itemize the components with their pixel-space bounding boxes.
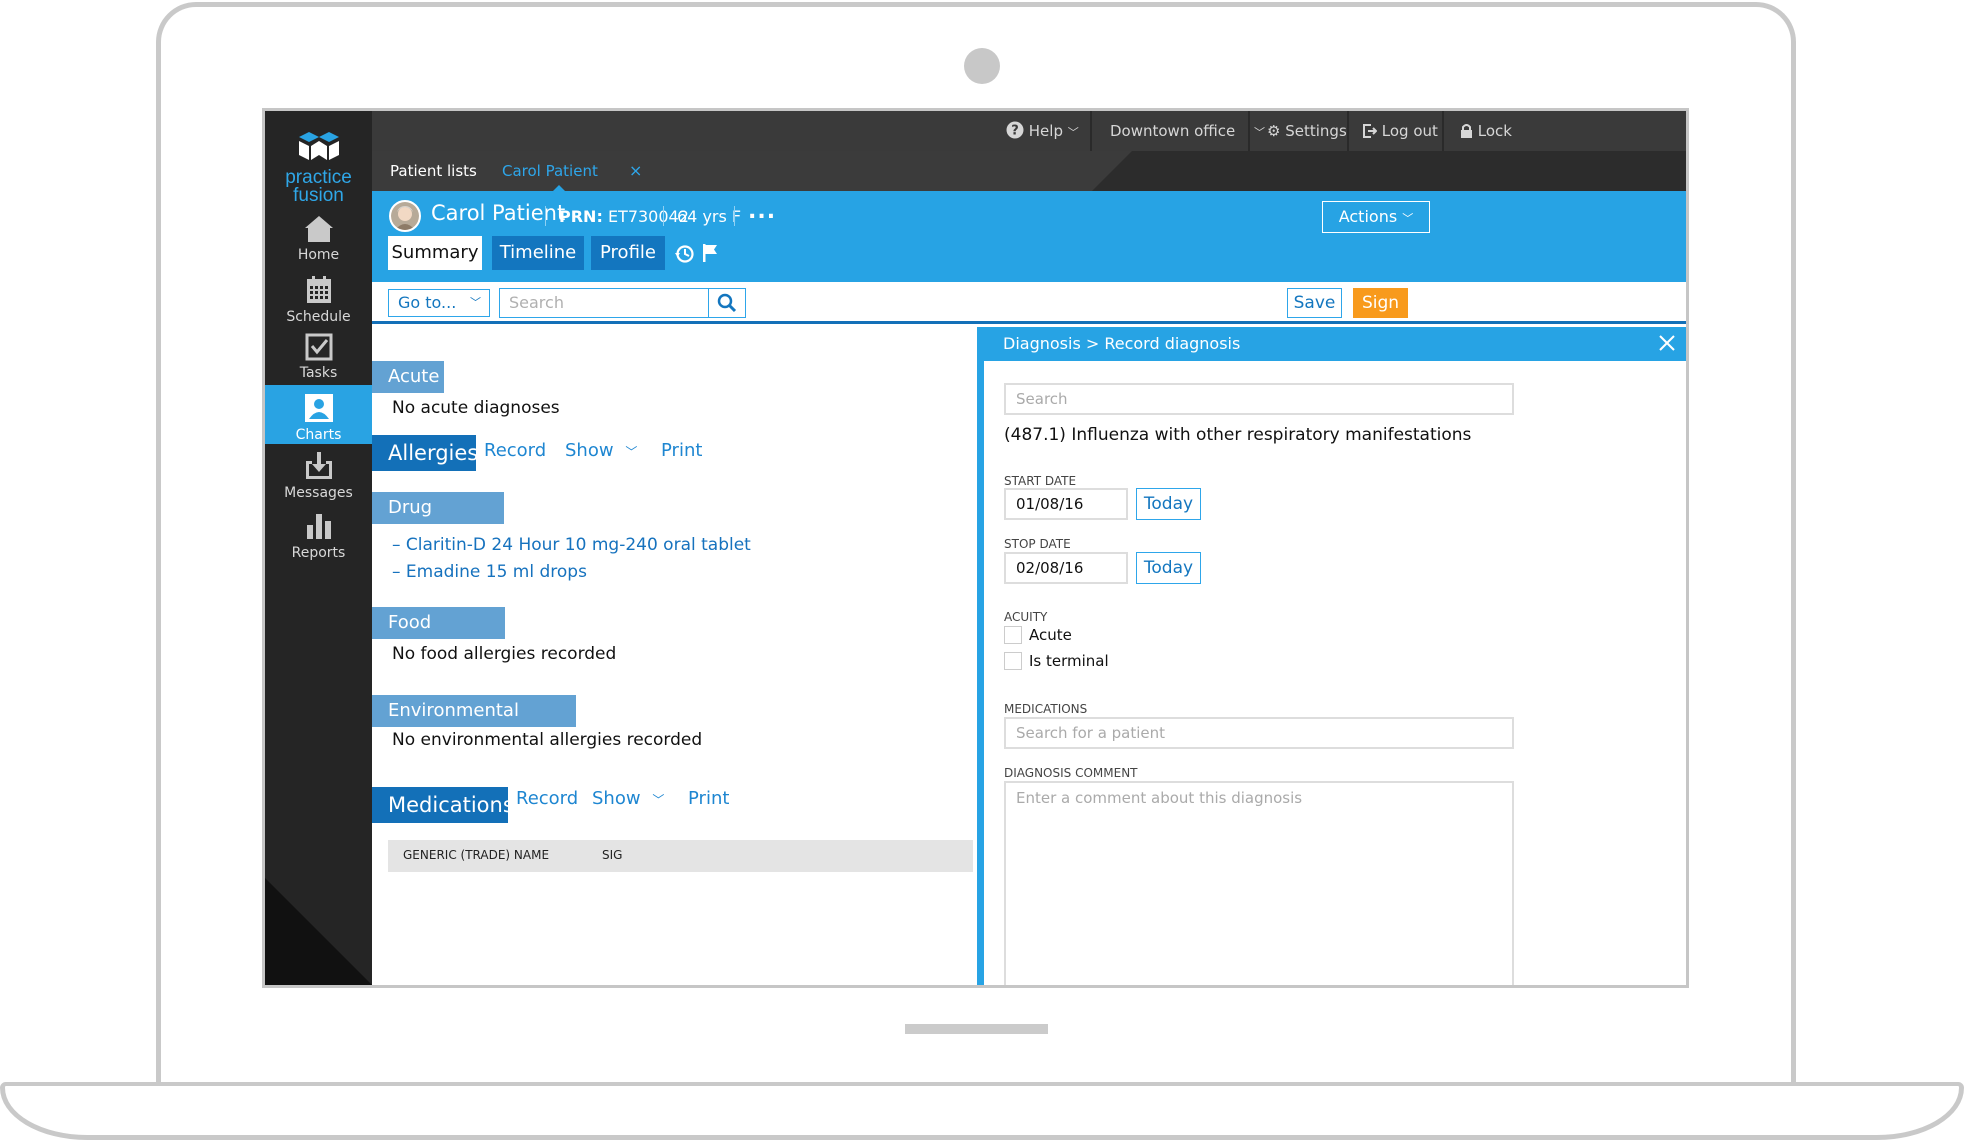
column-header-name[interactable]: GENERIC (TRADE) NAME: [403, 848, 549, 862]
home-icon: [304, 216, 333, 242]
start-date-today-button[interactable]: Today: [1136, 488, 1201, 520]
section-heading-drug-allergies: Drug allergies: [372, 492, 504, 550]
chart-search-input[interactable]: Search: [499, 288, 709, 318]
stop-date-today-button[interactable]: Today: [1136, 552, 1201, 584]
chevron-down-icon: ﹀: [470, 296, 481, 309]
help-menu[interactable]: ? Help ﹀: [1006, 111, 1079, 151]
section-heading-acute: Acute: [372, 361, 444, 393]
laptop-trackpad-notch: [905, 1024, 1048, 1034]
terminal-checkbox-label[interactable]: Is terminal: [1029, 652, 1109, 670]
top-bar: ? Help ﹀ Downtown office ﹀ ⚙ Settings Lo…: [372, 111, 1686, 151]
diagnosis-comment-textarea[interactable]: Enter a comment about this diagnosis: [1004, 781, 1514, 985]
logout-button[interactable]: Log out: [1363, 111, 1438, 151]
patient-prn: PRN: ET730042: [559, 207, 689, 226]
app-logo[interactable]: practice fusion: [265, 129, 372, 205]
bar-chart-icon: [306, 514, 331, 539]
medications-show-dropdown[interactable]: Show ﹀: [592, 788, 664, 809]
panel-divider[interactable]: [977, 327, 984, 985]
column-header-sig[interactable]: SIG: [602, 848, 622, 862]
patient-header: Carol Patient PRN: ET730042 64 yrs F ...…: [372, 191, 1686, 282]
allergies-record-link[interactable]: Record: [484, 440, 546, 461]
practice-fusion-logo-icon: [298, 132, 339, 160]
food-allergies-empty-text: No food allergies recorded: [392, 644, 617, 664]
more-options-button[interactable]: ...: [748, 199, 776, 224]
gear-icon: ⚙: [1267, 122, 1281, 140]
acute-checkbox-label[interactable]: Acute: [1029, 626, 1072, 644]
diagnosis-breadcrumb: Diagnosis > Record diagnosis: [1003, 334, 1241, 353]
person-icon: [304, 394, 333, 422]
acute-checkbox[interactable]: [1004, 626, 1022, 644]
chevron-down-icon: ﹀: [1254, 126, 1266, 139]
diagnosis-comment-label: DIAGNOSIS COMMENT: [1004, 766, 1138, 780]
settings-button[interactable]: ⚙ Settings: [1267, 111, 1347, 151]
search-icon: [717, 293, 737, 313]
section-heading-allergies: Allergies: [372, 435, 478, 471]
sidebar-item-charts[interactable]: Charts: [265, 385, 372, 444]
drug-allergy-item[interactable]: – Emadine 15 ml drops: [392, 562, 587, 582]
summary-panel: Acute No acute diagnoses Allergies Recor…: [372, 327, 977, 985]
sidebar-item-reports[interactable]: Reports: [265, 507, 372, 583]
medications-record-link[interactable]: Record: [516, 788, 578, 809]
stop-date-field[interactable]: 02/08/16: [1004, 552, 1128, 584]
patient-age-sex: 64 yrs F: [677, 207, 742, 226]
chevron-down-icon: ﹀: [652, 793, 665, 807]
section-heading-medications: Medications: [372, 787, 514, 823]
svg-text:?: ?: [1011, 124, 1019, 139]
save-button[interactable]: Save: [1287, 288, 1342, 318]
start-date-field[interactable]: 01/08/16: [1004, 488, 1128, 520]
medications-table-header: GENERIC (TRADE) NAME SIG: [388, 840, 973, 872]
inbox-download-icon: [305, 452, 332, 479]
laptop-camera: [964, 48, 1000, 84]
tab-patient-lists[interactable]: Patient lists: [390, 151, 477, 191]
checkbox-icon: [305, 333, 332, 361]
selected-diagnosis: (487.1) Influenza with other respiratory…: [1004, 425, 1472, 445]
diagnosis-panel-header: Diagnosis > Record diagnosis: [984, 327, 1686, 361]
acuity-label: ACUITY: [1004, 610, 1048, 624]
help-circle-icon: ?: [1006, 121, 1024, 139]
lock-icon: [1461, 124, 1472, 138]
stop-date-label: STOP DATE: [1004, 537, 1071, 551]
calendar-icon: [306, 276, 331, 303]
diagnosis-panel: Diagnosis > Record diagnosis Search (487…: [984, 327, 1686, 985]
flag-icon[interactable]: [702, 243, 718, 263]
close-icon[interactable]: [1658, 334, 1676, 352]
allergies-print-link[interactable]: Print: [661, 440, 702, 461]
patient-tab-row: Patient lists Carol Patient ×: [372, 151, 1686, 191]
tab-profile[interactable]: Profile: [591, 236, 665, 270]
search-button[interactable]: [709, 288, 746, 318]
history-icon[interactable]: [675, 244, 695, 264]
chevron-down-icon: ﹀: [1067, 126, 1079, 139]
section-heading-environmental-allergies: Environmental allergies: [372, 695, 576, 753]
medications-label: MEDICATIONS: [1004, 702, 1088, 716]
goto-dropdown[interactable]: Go to... ﹀: [388, 289, 490, 317]
laptop-base: [0, 1082, 1964, 1140]
start-date-label: START DATE: [1004, 474, 1077, 488]
chart-toolbar: Go to... ﹀ Search Save Sign: [372, 282, 1686, 324]
environmental-allergies-empty-text: No environmental allergies recorded: [392, 730, 703, 750]
close-tab-icon[interactable]: ×: [629, 151, 642, 191]
actions-button[interactable]: Actions ﹀: [1322, 201, 1430, 233]
sign-button[interactable]: Sign: [1353, 288, 1408, 318]
acute-empty-text: No acute diagnoses: [392, 398, 560, 418]
section-heading-food-allergies: Food allergies: [372, 607, 505, 665]
chevron-down-icon: ﹀: [625, 445, 638, 459]
medications-search-input[interactable]: Search for a patient: [1004, 717, 1514, 749]
tab-carol-patient[interactable]: Carol Patient: [502, 151, 598, 191]
office-selector[interactable]: Downtown office ﹀: [1110, 111, 1265, 151]
medications-print-link[interactable]: Print: [688, 788, 729, 809]
logout-icon: [1363, 124, 1378, 138]
tab-timeline[interactable]: Timeline: [492, 236, 584, 270]
app-screen: practice fusion Home Schedule Tasks Char…: [262, 108, 1689, 988]
patient-photo-icon: [391, 202, 419, 230]
avatar[interactable]: [389, 200, 421, 232]
logo-text: practice fusion: [285, 167, 352, 206]
chevron-down-icon: ﹀: [1402, 212, 1414, 225]
tab-summary[interactable]: Summary: [388, 236, 482, 270]
allergies-show-dropdown[interactable]: Show ﹀: [565, 440, 637, 461]
sidebar: practice fusion Home Schedule Tasks Char…: [265, 111, 372, 985]
diagnosis-search-input[interactable]: Search: [1004, 383, 1514, 415]
drug-allergy-item[interactable]: – Claritin-D 24 Hour 10 mg-240 oral tabl…: [392, 535, 751, 555]
lock-button[interactable]: Lock: [1460, 111, 1512, 151]
terminal-checkbox[interactable]: [1004, 652, 1022, 670]
